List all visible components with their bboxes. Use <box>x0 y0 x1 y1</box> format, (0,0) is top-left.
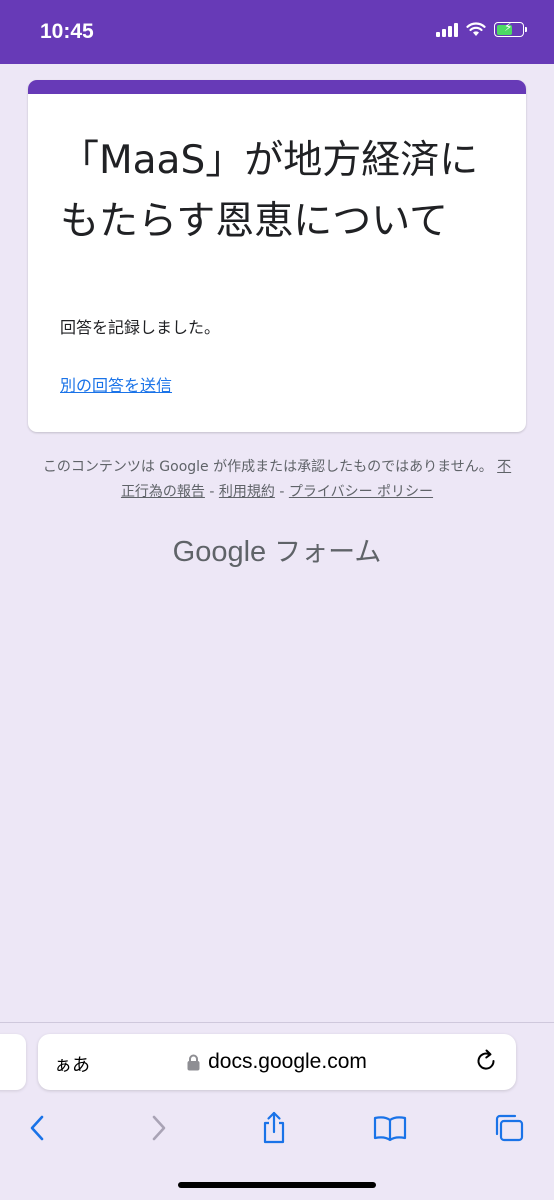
lock-icon <box>187 1054 200 1070</box>
url-text: docs.google.com <box>208 1050 367 1073</box>
share-icon <box>263 1111 285 1144</box>
status-bar: 10:45 ⚡ <box>0 0 554 64</box>
status-icons: ⚡ <box>436 20 527 37</box>
privacy-policy-link[interactable]: プライバシー ポリシー <box>289 484 433 500</box>
home-indicator[interactable] <box>178 1182 376 1188</box>
form-title: 「MaaS」が地方経済にもたらす恩恵について <box>60 138 479 244</box>
brand-google: Google <box>172 536 267 568</box>
form-confirmation-card: 「MaaS」が地方経済にもたらす恩恵について 回答を記録しました。 別の回答を送… <box>28 80 526 432</box>
address-bar[interactable]: ぁあ docs.google.com <box>38 1034 516 1090</box>
wifi-icon <box>466 22 486 36</box>
status-time: 10:45 <box>40 20 94 43</box>
brand-forms: フォーム <box>274 537 382 568</box>
back-button[interactable] <box>18 1108 58 1148</box>
back-icon <box>30 1115 44 1141</box>
tabs-icon <box>495 1114 524 1142</box>
reload-icon[interactable] <box>472 1047 500 1075</box>
previous-tab-card[interactable] <box>0 1034 26 1090</box>
card-accent-bar <box>28 80 526 94</box>
terms-link[interactable]: 利用規約 <box>219 484 275 500</box>
disclaimer-text: このコンテンツは Google が作成または承認したものではありません。 <box>42 459 493 475</box>
url-display[interactable]: docs.google.com <box>38 1034 516 1090</box>
browser-toolbar <box>0 1100 554 1156</box>
share-button[interactable] <box>254 1108 294 1148</box>
tabs-button[interactable] <box>489 1108 529 1148</box>
signal-icon <box>436 22 458 37</box>
disclaimer: このコンテンツは Google が作成または承認したものではありません。 不正行… <box>40 455 514 505</box>
forward-button[interactable] <box>138 1108 178 1148</box>
separator: - <box>279 484 285 500</box>
submit-another-response-link[interactable]: 別の回答を送信 <box>60 372 172 396</box>
confirmation-message: 回答を記録しました。 <box>60 318 221 337</box>
bookmarks-icon <box>373 1116 407 1142</box>
bookmarks-button[interactable] <box>370 1108 410 1148</box>
separator: - <box>209 484 215 500</box>
google-forms-logo[interactable]: Google フォーム <box>0 530 554 569</box>
battery-icon: ⚡ <box>494 20 527 37</box>
forward-icon <box>152 1115 166 1141</box>
